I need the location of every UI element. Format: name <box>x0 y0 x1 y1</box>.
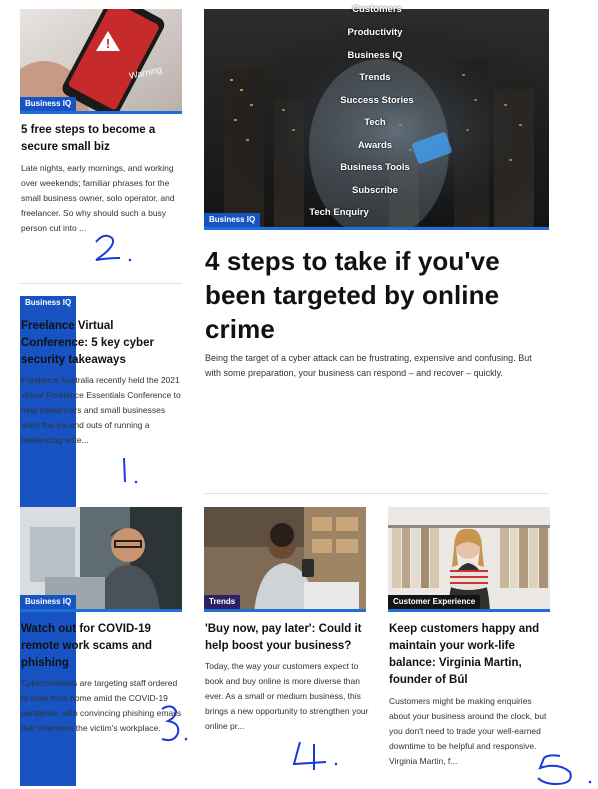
handwritten-number-2: 2 <box>90 232 132 262</box>
article-title[interactable]: Keep customers happy and maintain your w… <box>389 621 549 689</box>
article-excerpt: Freelance Australia recently held the 20… <box>21 375 181 445</box>
category-tag[interactable]: Business IQ <box>204 213 261 227</box>
category-tag[interactable]: Trends <box>204 595 241 609</box>
accent-bar <box>20 111 182 114</box>
accent-bar <box>204 609 366 612</box>
svg-text:5: 5 <box>534 752 535 753</box>
article-thumbnail-office[interactable]: Business IQ <box>20 507 182 612</box>
article-title[interactable]: 'Buy now, pay later': Could it help boos… <box>205 621 365 655</box>
handwritten-number-5: 5 <box>534 752 592 786</box>
divider <box>204 493 549 494</box>
svg-text:!: ! <box>106 36 110 51</box>
menu-item-awards[interactable]: Awards <box>300 140 450 151</box>
accent-bar <box>20 609 182 612</box>
accent-bar <box>388 609 550 612</box>
svg-text:2: 2 <box>90 232 91 233</box>
menu-item-tech[interactable]: Tech <box>300 117 450 128</box>
featured-excerpt: Being the target of a cyber attack can b… <box>205 353 532 378</box>
menu-item-productivity[interactable]: Productivity <box>300 27 450 38</box>
menu-item-tech-enquiry[interactable]: Tech Enquiry <box>264 207 414 218</box>
article-title[interactable]: Freelance Virtual Conference: 5 key cybe… <box>21 318 171 369</box>
menu-item-business-tools[interactable]: Business Tools <box>300 162 450 173</box>
article-thumbnail-shopping[interactable]: Trends <box>204 507 366 612</box>
menu-item-business-iq[interactable]: Business IQ <box>300 50 450 61</box>
article-excerpt: Customers might be making enquiries abou… <box>389 696 547 766</box>
article-thumbnail-founder[interactable]: Customer Experience <box>388 507 550 612</box>
divider <box>20 283 182 284</box>
article-title[interactable]: 5 free steps to become a secure small bi… <box>21 122 171 156</box>
article-title[interactable]: Watch out for COVID-19 remote work scams… <box>21 621 171 672</box>
accent-bar <box>204 227 549 230</box>
featured-title[interactable]: 4 steps to take if you've been targeted … <box>205 244 535 346</box>
menu-item-subscribe[interactable]: Subscribe <box>300 185 450 196</box>
article-excerpt: Today, the way your customers expect to … <box>205 661 369 731</box>
handwritten-number-3: 3 <box>158 703 188 742</box>
menu-item-success-stories[interactable]: Success Stories <box>302 95 452 106</box>
svg-text:4: 4 <box>290 740 291 741</box>
category-tag[interactable]: Business IQ <box>20 595 77 609</box>
menu-item-customers[interactable]: Customers <box>302 4 452 15</box>
svg-text:3: 3 <box>158 703 159 704</box>
menu-item-trends[interactable]: Trends <box>300 72 450 83</box>
article-thumbnail-warning[interactable]: ! Warning Business IQ <box>20 9 182 114</box>
category-tag[interactable]: Customer Experience <box>388 595 481 609</box>
category-tag[interactable]: Business IQ <box>20 97 77 111</box>
handwritten-number-4: 4 <box>290 740 338 770</box>
handwritten-number-1: 1 <box>118 456 138 484</box>
article-excerpt: Late nights, early mornings, and working… <box>21 163 175 233</box>
svg-text:1: 1 <box>118 456 119 457</box>
